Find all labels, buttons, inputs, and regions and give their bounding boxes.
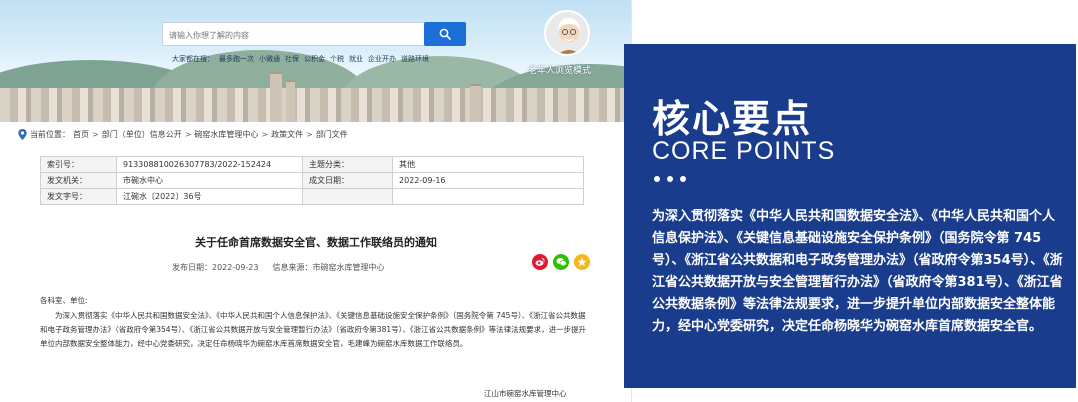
elder-mode-label: 老年人浏览模式 — [528, 66, 592, 76]
breadcrumb-link[interactable]: 首页 — [73, 129, 89, 140]
meta-key: 主题分类： — [302, 156, 393, 173]
gov-webpage: 大家都在搜： 最多跑一次小微通社保公积金个税就业企业开办道路环境 老年人浏览模式 — [0, 0, 632, 402]
banner-city — [0, 88, 631, 122]
publish-info: 发布日期：2022-09-23 信息来源：市碗窑水库管理中心 — [172, 262, 385, 273]
document-body: 各科室、单位: 为深入贯彻落实《中华人民共和国数据安全法》、《中华人民共和国个人… — [40, 294, 588, 351]
hot-term-link[interactable]: 道路环境 — [401, 55, 429, 63]
banner-building — [470, 84, 481, 122]
hot-term-link[interactable]: 企业开办 — [368, 55, 396, 63]
document-title: 关于任命首席数据安全官、数据工作联络员的通知 — [195, 236, 437, 249]
breadcrumb-separator: > — [306, 129, 313, 139]
meta-value — [392, 188, 584, 205]
meta-key: 发文字号： — [40, 188, 117, 205]
meta-value: 江碗水〔2022〕36号 — [116, 188, 303, 205]
hot-term-link[interactable]: 就业 — [349, 55, 363, 63]
meta-value: 913308810026307783/2022-152424 — [116, 156, 303, 173]
search-button[interactable] — [424, 22, 466, 46]
banner-building — [270, 72, 282, 122]
elder-mode-button[interactable]: 老年人浏览模式 — [528, 10, 618, 80]
elder-avatar-icon — [544, 10, 590, 56]
meta-key: 索引号： — [40, 156, 117, 173]
table-row: 索引号： 913308810026307783/2022-152424 主题分类… — [40, 156, 584, 173]
document-salutation: 各科室、单位: — [40, 296, 88, 305]
table-row: 发文机关： 市碗水中心 成文日期： 2022-09-16 — [40, 172, 584, 189]
decorative-dot — [654, 176, 660, 182]
meta-key: 发文机关： — [40, 172, 117, 189]
panel-title: 核心要点 — [652, 97, 813, 141]
banner-building — [286, 80, 295, 122]
breadcrumb-separator: > — [261, 129, 269, 139]
hot-search-label: 大家都在搜： — [172, 55, 214, 63]
breadcrumb-separator: > — [92, 129, 99, 139]
hot-term-link[interactable]: 个税 — [330, 55, 344, 63]
document-signature: 江山市碗窑水库管理中心 — [484, 389, 567, 398]
hot-term-link[interactable]: 社保 — [285, 55, 299, 63]
info-source: 信息来源：市碗窑水库管理中心 — [272, 263, 385, 272]
table-row: 发文字号： 江碗水〔2022〕36号 — [40, 188, 584, 205]
search-box — [162, 22, 466, 46]
breadcrumb-link[interactable]: 部门文件 — [316, 129, 348, 140]
search-input[interactable] — [169, 27, 419, 43]
breadcrumb-separator: > — [184, 129, 192, 139]
favorite-share-button[interactable] — [574, 254, 590, 270]
breadcrumb-link[interactable]: 碗窑水库管理中心 — [194, 129, 258, 140]
wechat-icon — [555, 258, 567, 267]
document-meta-table: 索引号： 913308810026307783/2022-152424 主题分类… — [40, 156, 584, 205]
breadcrumb-link[interactable]: 政策文件 — [271, 129, 303, 140]
hot-term-link[interactable]: 公积金 — [304, 55, 325, 63]
breadcrumb-link[interactable]: 部门（单位）信息公开 — [102, 129, 182, 140]
meta-value: 市碗水中心 — [116, 172, 303, 189]
favorite-icon — [577, 257, 587, 267]
panel-body-text: 为深入贯彻落实《中华人民共和国数据安全法》、《中华人民共和国个人信息保护法》、《… — [652, 209, 1063, 334]
location-pin-icon — [18, 128, 27, 140]
publish-date: 发布日期：2022-09-23 — [172, 263, 259, 272]
panel-subtitle: CORE POINTS — [652, 137, 836, 165]
meta-key: 成文日期： — [302, 172, 393, 189]
header-banner: 大家都在搜： 最多跑一次小微通社保公积金个税就业企业开办道路环境 老年人浏览模式 — [0, 0, 631, 122]
wechat-share-button[interactable] — [553, 254, 569, 270]
hot-term-link[interactable]: 最多跑一次 — [219, 55, 254, 63]
meta-value: 其他 — [392, 156, 584, 173]
decorative-dot — [680, 176, 686, 182]
hot-term-link[interactable]: 小微通 — [259, 55, 280, 63]
meta-key — [302, 188, 393, 205]
hot-search-row: 大家都在搜： 最多跑一次 小微通 社保 公积金 个税 就业 企业开办 道路环境 — [172, 54, 434, 64]
core-points-panel: 核心要点 CORE POINTS 为深入贯彻落实《中华人民共和国数据安全法》、《… — [624, 44, 1076, 388]
breadcrumb: 当前位置： 首页 > 部门（单位）信息公开 > 碗窑水库管理中心 > 政策文件 … — [18, 126, 348, 142]
decorative-dot — [667, 176, 673, 182]
document-paragraph: 为深入贯彻落实《中华人民共和国数据安全法》、《中华人民共和国个人信息保护法》、《… — [40, 311, 587, 348]
weibo-share-button[interactable] — [532, 254, 548, 270]
panel-dots — [654, 176, 686, 182]
meta-value: 2022-09-16 — [392, 172, 584, 189]
search-icon — [439, 28, 451, 40]
weibo-icon — [535, 258, 545, 266]
breadcrumb-prefix: 当前位置： — [30, 129, 70, 139]
